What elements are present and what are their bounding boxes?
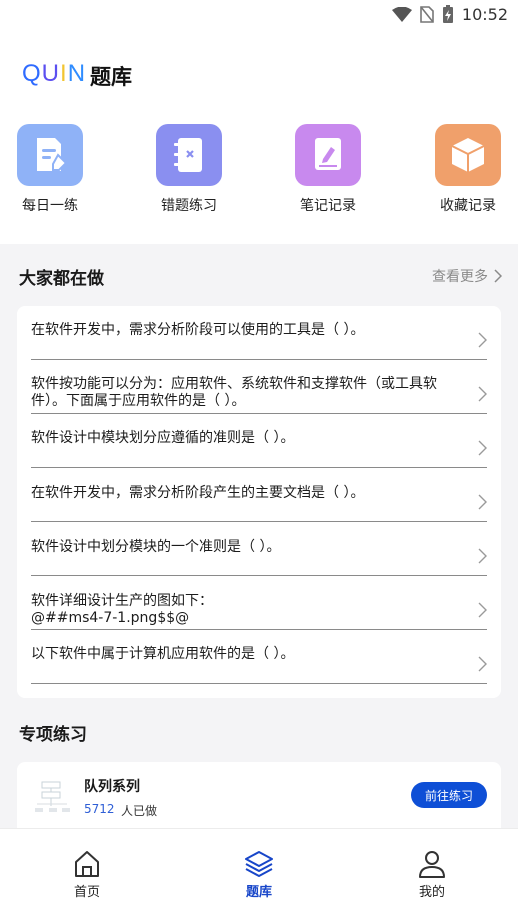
bottom-tab-bar: 首页 题库 我的 xyxy=(0,828,518,920)
go-practice-button[interactable]: 前往练习 xyxy=(411,782,487,808)
home-icon xyxy=(75,851,99,877)
special-item-title: 队列系列 xyxy=(84,779,140,795)
question-text: 软件设计中划分模块的一个准则是（ ）。 xyxy=(31,539,281,555)
special-item-count: 5712 xyxy=(84,802,115,816)
queue-diagram-thumbnail xyxy=(27,774,77,820)
question-item[interactable]: 以下软件中属于计算机应用软件的是（ ）。 xyxy=(31,630,487,684)
status-time: 10:52 xyxy=(461,5,508,24)
quick-actions: 每日一练 错题练习 笔记记录 收藏记录 xyxy=(0,120,518,244)
app-logo: QUIN xyxy=(22,60,86,88)
page-title: 题库 xyxy=(90,65,132,89)
quick-action-favorites[interactable]: 收藏记录 xyxy=(413,124,518,215)
wifi-icon xyxy=(391,6,412,22)
quick-action-wrong[interactable]: 错题练习 xyxy=(134,124,244,215)
app-header: QUIN 题库 xyxy=(0,30,518,120)
quick-action-label: 笔记记录 xyxy=(300,198,356,214)
no-sim-icon xyxy=(420,6,434,23)
view-more-link[interactable]: 查看更多 xyxy=(432,266,502,286)
special-item-count-suffix: 人已做 xyxy=(121,804,158,818)
logo-letter: U xyxy=(41,60,61,87)
tab-profile[interactable]: 我的 xyxy=(382,849,482,900)
quick-action-label: 错题练习 xyxy=(161,198,217,214)
question-text: 在软件开发中，需求分析阶段产生的主要文档是（ ）。 xyxy=(31,485,365,501)
logo-letter: N xyxy=(67,60,87,87)
chevron-right-icon xyxy=(478,656,487,672)
question-item[interactable]: 在软件开发中，需求分析阶段可以使用的工具是（ ）。 xyxy=(31,306,487,360)
layers-icon xyxy=(245,851,273,877)
section-title-popular: 大家都在做 xyxy=(19,269,104,289)
tab-question-bank[interactable]: 题库 xyxy=(209,849,309,900)
tab-label: 我的 xyxy=(418,885,445,900)
wrong-book-icon xyxy=(156,124,222,186)
user-icon xyxy=(419,851,445,878)
tab-label: 首页 xyxy=(73,885,100,900)
question-text: 软件设计中模块划分应遵循的准则是（ ）。 xyxy=(31,430,295,446)
chevron-right-icon xyxy=(478,386,487,402)
tab-label: 题库 xyxy=(245,885,272,900)
question-text: 在软件开发中，需求分析阶段可以使用的工具是（ ）。 xyxy=(31,322,365,338)
question-text: 软件按功能可以分为：应用软件、系统软件和支撑软件（或工具软件）。下面属于应用软件… xyxy=(31,376,437,409)
question-text: 软件详细设计生产的图如下： @##ms4-7-1.png$$@ xyxy=(31,593,213,626)
logo-letter: Q xyxy=(22,60,42,87)
chevron-right-icon xyxy=(478,332,487,348)
chevron-right-icon xyxy=(478,494,487,510)
question-item[interactable]: 软件详细设计生产的图如下： @##ms4-7-1.png$$@ xyxy=(31,576,487,630)
question-item[interactable]: 软件设计中模块划分应遵循的准则是（ ）。 xyxy=(31,414,487,468)
question-list: 在软件开发中，需求分析阶段可以使用的工具是（ ）。 软件按功能可以分为：应用软件… xyxy=(17,306,501,698)
note-icon xyxy=(295,124,361,186)
chevron-right-icon xyxy=(478,440,487,456)
question-item[interactable]: 在软件开发中，需求分析阶段产生的主要文档是（ ）。 xyxy=(31,468,487,522)
quick-action-label: 收藏记录 xyxy=(440,198,496,214)
status-bar: 10:52 xyxy=(0,0,518,30)
chevron-right-icon xyxy=(478,602,487,618)
favorite-box-icon xyxy=(435,124,501,186)
question-text: 以下软件中属于计算机应用软件的是（ ）。 xyxy=(31,646,295,662)
battery-charging-icon xyxy=(442,5,453,23)
question-item[interactable]: 软件按功能可以分为：应用软件、系统软件和支撑软件（或工具软件）。下面属于应用软件… xyxy=(31,360,487,414)
status-icons: 10:52 xyxy=(391,5,508,24)
section-title-special: 专项练习 xyxy=(19,725,87,745)
special-practice-card[interactable]: 队列系列 5712 人已做 前往练习 xyxy=(17,762,501,828)
quick-action-daily[interactable]: 每日一练 xyxy=(0,124,105,215)
tab-home[interactable]: 首页 xyxy=(37,849,137,900)
question-item[interactable]: 软件设计中划分模块的一个准则是（ ）。 xyxy=(31,522,487,576)
chevron-right-icon xyxy=(494,269,502,283)
daily-edit-icon xyxy=(17,124,83,186)
quick-action-label: 每日一练 xyxy=(22,198,78,214)
chevron-right-icon xyxy=(478,548,487,564)
view-more-label: 查看更多 xyxy=(432,269,488,285)
quick-action-notes[interactable]: 笔记记录 xyxy=(273,124,383,215)
logo-letter: I xyxy=(60,60,68,87)
